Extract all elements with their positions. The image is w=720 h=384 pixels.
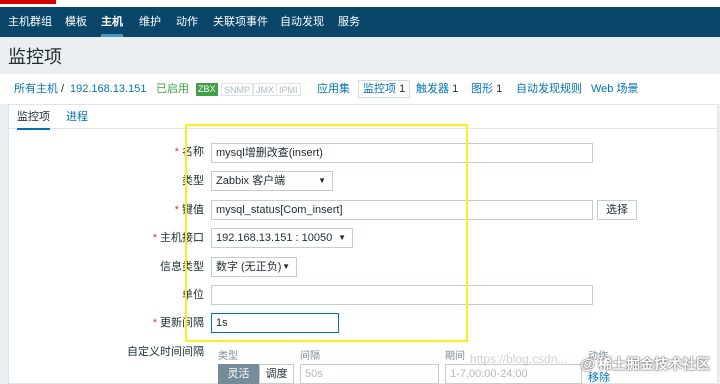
nav-services[interactable]: 服务 <box>338 7 360 37</box>
required-asterisk: * <box>152 317 157 329</box>
custom-col-interval: 间隔 <box>300 351 320 362</box>
custom-col-period: 期间 <box>445 351 465 362</box>
items-count: 1 <box>399 83 406 95</box>
graphs-count: 1 <box>496 83 503 95</box>
breadcrumb-triggers-label: 触发器 <box>416 83 449 95</box>
badge-jmx: JMX <box>253 83 277 96</box>
triggers-count: 1 <box>452 83 459 95</box>
logo <box>0 0 56 4</box>
nav-active-underline <box>101 34 123 37</box>
breadcrumb-triggers[interactable]: 触发器 1 <box>416 74 458 104</box>
select-key-button[interactable]: 选择 <box>597 200 637 220</box>
logo-strip <box>0 0 720 7</box>
nav-discovery[interactable]: 自动发现 <box>280 7 324 37</box>
breadcrumb: 所有主机 / 192.168.13.151 已启用 ZBX SNMP JMX I… <box>0 74 720 104</box>
yellow-highlight-box <box>185 124 468 342</box>
required-asterisk: * <box>174 204 179 216</box>
nav-correlation[interactable]: 关联项事件 <box>213 7 268 37</box>
breadcrumb-web-scenarios[interactable]: Web 场景 <box>591 74 638 104</box>
nav-host-groups[interactable]: 主机群组 <box>8 7 52 37</box>
custom-period-input[interactable]: 1-7,00:00-24:00 <box>445 364 582 384</box>
breadcrumb-graphs[interactable]: 图形 1 <box>471 74 502 104</box>
page-title: 监控项 <box>8 47 62 67</box>
custom-type-flexible[interactable]: 灵活 <box>218 364 259 384</box>
at-icon: @ <box>580 356 595 373</box>
custom-interval-input[interactable]: 50s <box>300 364 439 384</box>
required-asterisk: * <box>174 146 179 158</box>
breadcrumb-items[interactable]: 监控项 1 <box>358 80 411 98</box>
breadcrumb-separator: / <box>61 83 65 95</box>
breadcrumb-items-label: 监控项 <box>363 83 396 95</box>
breadcrumb-all-hosts[interactable]: 所有主机 <box>14 74 58 104</box>
tab-item-label: 监控项 <box>17 111 50 123</box>
nav-templates[interactable]: 模板 <box>65 7 87 37</box>
custom-intervals-label: 自定义时间间隔 <box>127 346 204 358</box>
url-watermark: https://blog.csdn... <box>470 352 568 366</box>
badge-zbx: ZBX <box>196 83 218 96</box>
required-asterisk: * <box>152 232 157 244</box>
tab-active-bar <box>17 128 50 130</box>
top-navigation: 主机群组 模板 主机 维护 动作 关联项事件 自动发现 服务 <box>0 7 720 37</box>
custom-type-scheduling[interactable]: 调度 <box>259 364 294 384</box>
breadcrumb-discovery-rules[interactable]: 自动发现规则 <box>516 74 582 104</box>
badge-ipmi: IPMI <box>276 83 301 96</box>
nav-actions[interactable]: 动作 <box>176 7 198 37</box>
tab-item[interactable]: 监控项 <box>17 105 50 130</box>
tab-preprocessing[interactable]: 进程 <box>66 105 88 129</box>
watermark-brand: 稀土掘金技术社区 <box>598 356 710 372</box>
badge-snmp: SNMP <box>221 83 254 96</box>
custom-col-type: 类型 <box>218 351 238 362</box>
nav-maintenance[interactable]: 维护 <box>139 7 161 37</box>
breadcrumb-applications[interactable]: 应用集 <box>317 74 350 104</box>
watermark: @ 稀土掘金技术社区 <box>580 354 710 374</box>
host-status[interactable]: 已启用 <box>156 74 189 104</box>
breadcrumb-host[interactable]: 192.168.13.151 <box>70 74 146 104</box>
nav-hosts[interactable]: 主机 <box>101 7 123 37</box>
breadcrumb-graphs-label: 图形 <box>471 83 493 95</box>
nav-hosts-label: 主机 <box>101 16 123 28</box>
